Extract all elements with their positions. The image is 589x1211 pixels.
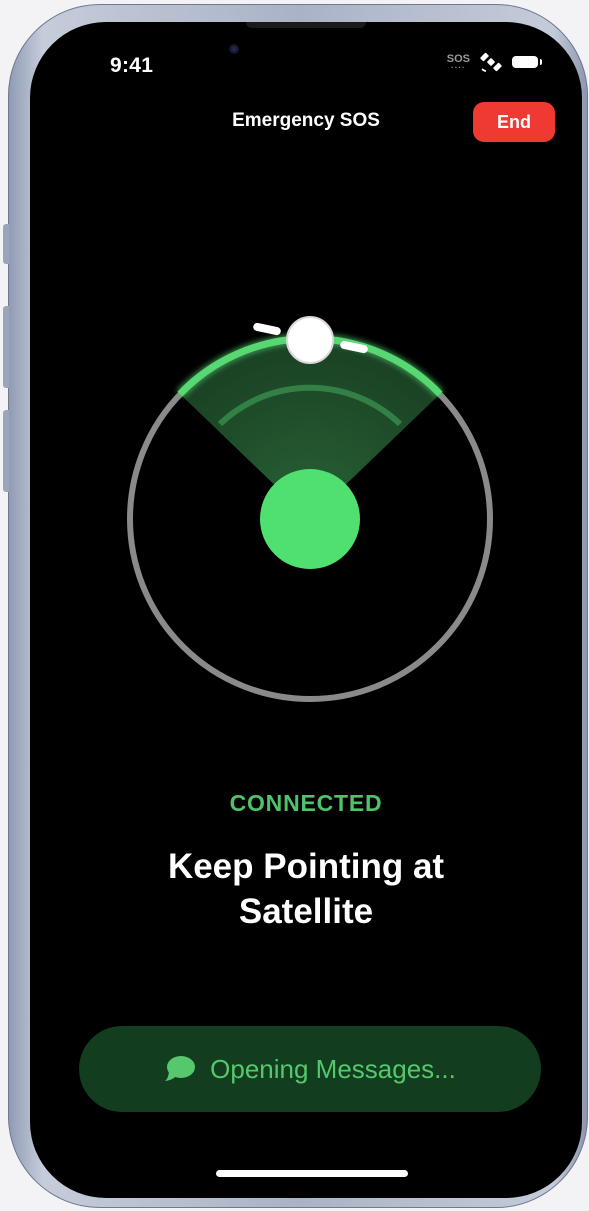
home-indicator[interactable]: [216, 1170, 408, 1177]
message-bubble-icon: [165, 1056, 196, 1081]
volume-down-button: [3, 410, 9, 492]
volume-up-button: [3, 306, 9, 388]
instruction-line-2: Satellite: [238, 892, 374, 931]
satellite-radar: [127, 316, 493, 702]
phone-frame: 9:41 SOS ···· Emergency SOS End CONNECTE…: [3, 4, 588, 1208]
opening-messages-banner[interactable]: Opening Messages...: [79, 1026, 541, 1112]
opening-messages-label: Opening Messages...: [210, 1053, 456, 1084]
instruction-line-1: Keep Pointing at: [167, 847, 445, 886]
instruction-headline: Keep Pointing at Satellite: [30, 844, 582, 934]
device-position-icon: [260, 469, 360, 569]
connection-status: CONNECTED: [229, 790, 383, 816]
mute-switch: [3, 224, 9, 264]
screen: 9:41 SOS ···· Emergency SOS End CONNECTE…: [30, 22, 582, 1198]
